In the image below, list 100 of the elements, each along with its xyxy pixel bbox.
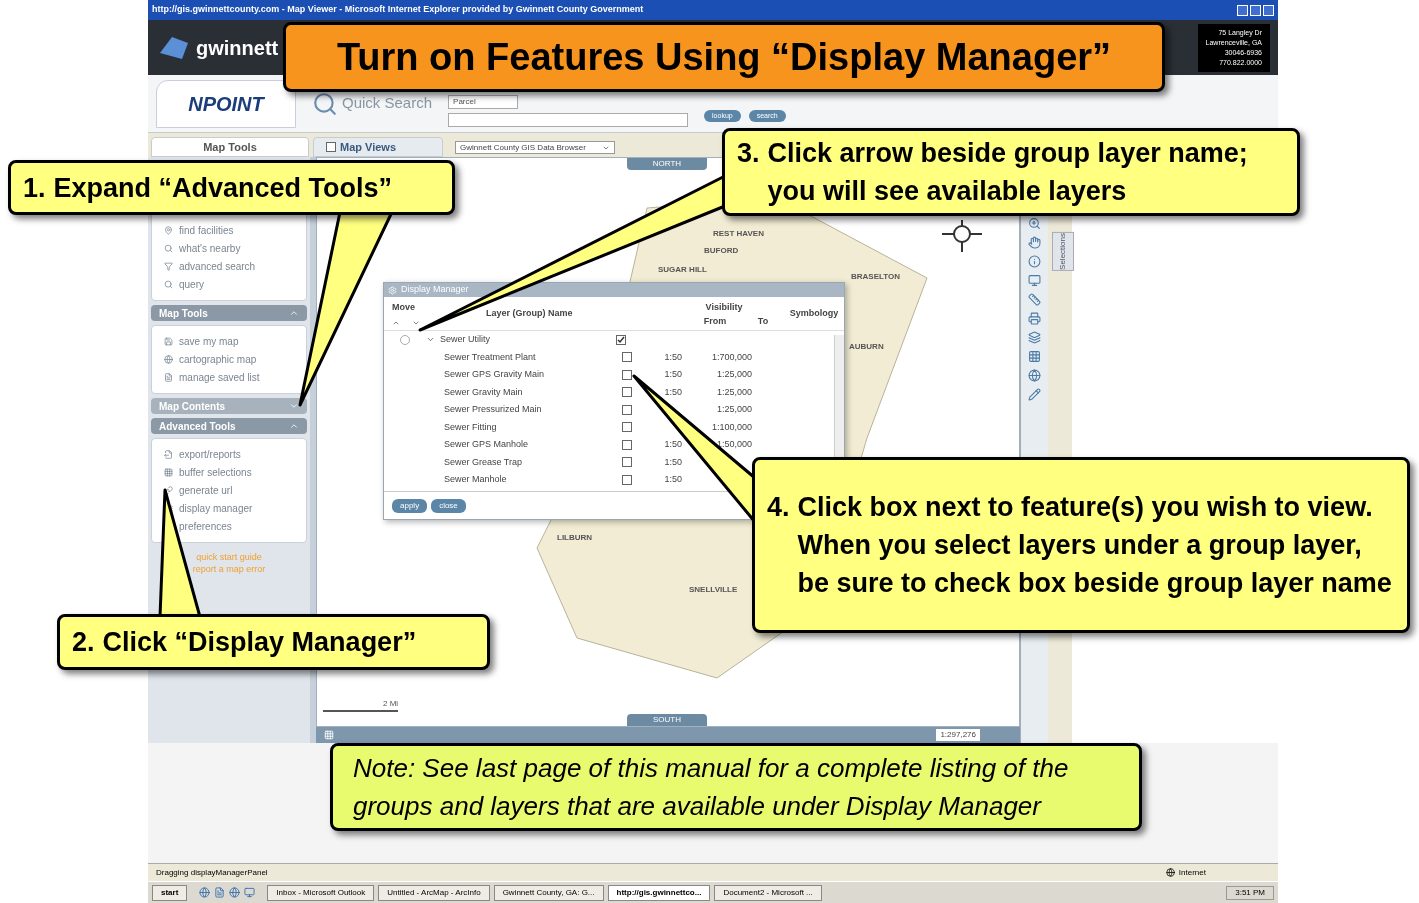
layer-name: Sewer Fitting — [444, 420, 498, 434]
quick-launch-icon[interactable] — [244, 887, 256, 898]
selections-tab[interactable]: Selections — [1052, 232, 1074, 271]
sidebar-link[interactable]: display manager — [179, 501, 253, 516]
scrollbar[interactable] — [834, 335, 844, 459]
map-tool-icon[interactable] — [1028, 217, 1041, 230]
place-label: REST HAVEN — [713, 228, 764, 240]
map-scale-field[interactable]: 1:297,276 — [936, 729, 980, 741]
panel-tab[interactable]: Map Tools — [151, 137, 309, 157]
checkbox[interactable] — [326, 142, 336, 152]
search-field[interactable] — [448, 113, 689, 127]
place-label: BRASELTON — [851, 271, 901, 283]
map-tool-icon[interactable] — [1028, 236, 1041, 249]
taskbar-button[interactable]: Gwinnett County, GA: G... — [493, 884, 604, 901]
checkbox[interactable] — [622, 404, 632, 415]
taskbar-button[interactable]: Untitled - ArcMap - ArcInfo — [378, 884, 490, 901]
checkbox[interactable] — [622, 422, 632, 433]
map-tool-icon[interactable] — [1028, 293, 1041, 306]
sidebar-link[interactable]: export/reports — [179, 447, 241, 462]
taskbar-button[interactable]: http://gis.gwinnettco... — [607, 884, 711, 901]
panel-tab[interactable]: Map Views — [313, 137, 443, 157]
sidebar-link[interactable]: query — [179, 277, 204, 292]
clock: 3:51 PM — [1226, 885, 1274, 900]
radio-button[interactable] — [400, 334, 410, 345]
sidebar-link[interactable]: manage saved list — [179, 370, 260, 385]
place-label: SNELLVILLE — [689, 584, 738, 596]
window-control-button[interactable] — [1237, 4, 1248, 16]
map-tool-icon[interactable] — [1028, 388, 1041, 401]
map-tool-icon[interactable] — [1028, 331, 1041, 344]
sidebar-link[interactable]: preferences — [179, 519, 232, 534]
collapse-icon[interactable] — [289, 308, 299, 318]
dialog-title-bar[interactable]: Display Manager — [384, 283, 844, 297]
window-control-button[interactable] — [1250, 4, 1261, 16]
group-layer-name: Sewer Utility — [440, 333, 491, 346]
dialog-button[interactable]: apply — [392, 498, 428, 513]
navigation-icon[interactable] — [324, 730, 334, 740]
scale-to: 1:25,000 — [716, 403, 752, 416]
scale-to: 1:25,000 — [716, 385, 752, 399]
sidebar-link[interactable]: find facilities — [179, 223, 234, 238]
sidebar-link[interactable]: what's nearby — [179, 241, 241, 256]
taskbar-button[interactable]: Inbox - Microsoft Outlook — [267, 884, 375, 901]
layer-name: Sewer Treatment Plant — [444, 350, 537, 364]
place-label: LILBURN — [557, 532, 593, 544]
sidebar-link[interactable]: advanced search — [179, 259, 256, 274]
scale-from: 1:50 — [664, 473, 682, 486]
search-type-select[interactable]: Parcel — [448, 95, 519, 109]
map-tool-icon[interactable] — [1028, 369, 1041, 382]
map-tool-icon[interactable] — [1028, 350, 1041, 363]
scale-to: 1:50,000 — [716, 438, 752, 451]
window-control-button[interactable] — [1263, 4, 1274, 16]
quick-launch-icon[interactable] — [199, 887, 211, 898]
quick-launch-icon[interactable] — [229, 887, 241, 898]
note-callout: Note: See last page of this manual for a complete listing of the groups and layers that are available under Display Manager — [330, 743, 1142, 831]
compass-label: NORTH — [627, 158, 707, 170]
checkbox[interactable] — [622, 387, 632, 398]
checkbox[interactable] — [622, 352, 632, 363]
section-header[interactable]: Advanced Tools — [151, 418, 307, 434]
column-header: From — [703, 314, 727, 328]
layer-name: Sewer GPS Manhole — [444, 438, 530, 451]
dialog-button[interactable]: close — [431, 498, 466, 513]
scale-from: 1:50 — [664, 368, 682, 381]
place-label: SUGAR HILL — [658, 264, 707, 276]
scale-from: 1:50 — [664, 455, 682, 469]
scale-bar: 2 Mi — [323, 698, 399, 712]
map-tool-icon[interactable] — [1028, 274, 1041, 287]
sidebar-link[interactable]: save my map — [179, 334, 239, 349]
logo-text: gwinnett — [196, 35, 279, 61]
column-header: Visibility — [705, 301, 743, 314]
search-icon — [312, 90, 338, 117]
sidebar-link[interactable]: generate url — [179, 483, 233, 498]
scale-to: 1:25,000 — [716, 368, 752, 381]
layer-name: Sewer Gravity Main — [444, 385, 524, 399]
sidebar-link[interactable]: cartographic map — [179, 352, 257, 367]
scale-to: 1:700,000 — [711, 350, 752, 364]
section-header[interactable]: Map Contents — [151, 398, 307, 414]
step-number: 2. — [72, 626, 95, 659]
sidebar-link[interactable]: buffer selections — [179, 465, 252, 480]
place-label: BUFORD — [704, 245, 739, 257]
section-header[interactable]: Map Tools — [151, 305, 307, 321]
checkbox[interactable] — [622, 369, 632, 380]
checkbox[interactable] — [622, 474, 632, 485]
status-text: Dragging displayManagerPanel — [156, 866, 268, 879]
map-tool-icon[interactable] — [1028, 255, 1041, 268]
map-tool-icon[interactable] — [1028, 312, 1041, 325]
start-button[interactable]: start — [152, 884, 188, 901]
map-view-select[interactable]: Gwinnett County GIS Data Browser — [455, 141, 615, 154]
checkbox[interactable] — [622, 439, 632, 450]
column-header: Move — [392, 301, 416, 314]
column-header: Layer (Group) Name — [486, 306, 573, 320]
quick-launch-icon[interactable] — [214, 887, 226, 898]
collapse-icon[interactable] — [289, 421, 299, 431]
column-header: To — [757, 314, 769, 328]
checkbox[interactable] — [622, 457, 632, 468]
layer-name: Sewer Manhole — [444, 473, 508, 486]
place-label: AUBURN — [849, 341, 884, 353]
expand-icon[interactable] — [289, 401, 299, 411]
layer-name: Sewer Pressurized Main — [444, 403, 543, 416]
taskbar-button[interactable]: Document2 - Microsoft ... — [714, 884, 822, 901]
scale-from: 1:50 — [664, 350, 682, 364]
checkbox[interactable] — [616, 334, 626, 345]
